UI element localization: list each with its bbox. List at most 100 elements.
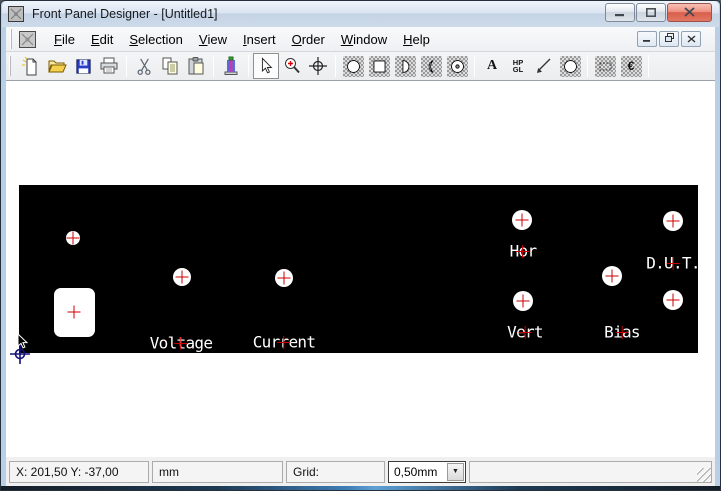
front-panel[interactable] — [19, 185, 698, 353]
menu-item-help[interactable]: Help — [395, 29, 438, 50]
document-icon[interactable] — [19, 30, 38, 48]
center-crosshair-icon — [308, 56, 328, 76]
panel-rect-cutout[interactable] — [54, 288, 95, 337]
maximize-button[interactable] — [636, 3, 666, 22]
zoom-icon — [282, 56, 302, 76]
cavity-tool-button[interactable] — [557, 53, 583, 79]
label-anchor-cross-icon — [175, 337, 188, 350]
label-anchor-cross-icon — [517, 245, 530, 258]
label-anchor-cross-icon — [278, 336, 291, 349]
toolbar-separator — [248, 55, 249, 77]
hole-center-cross-icon — [667, 294, 680, 307]
maximize-icon — [646, 4, 656, 22]
new-document-button[interactable] — [18, 53, 44, 79]
paste-icon — [186, 56, 206, 76]
cutout-center-cross-icon — [68, 306, 81, 319]
grid-label: Grid: — [293, 465, 319, 479]
menu-item-window[interactable]: Window — [333, 29, 395, 50]
measure-tool-button[interactable] — [592, 53, 618, 79]
menu-item-view[interactable]: View — [191, 29, 235, 50]
panel-hole[interactable] — [663, 290, 683, 310]
engraving-label[interactable]: Hor — [510, 242, 537, 261]
toolbar-separator — [213, 55, 214, 77]
panel-hole[interactable] — [513, 291, 533, 311]
select-arrow-icon — [257, 57, 275, 76]
toolbar-separator — [648, 55, 649, 77]
print-button[interactable] — [96, 53, 122, 79]
text-tool-button[interactable]: A — [479, 53, 505, 79]
menu-item-insert[interactable]: Insert — [235, 29, 284, 50]
cavity-tool-icon — [560, 56, 581, 77]
machine-output-icon — [221, 56, 241, 76]
mdi-restore-button[interactable] — [659, 31, 679, 47]
hole-center-cross-icon — [667, 215, 680, 228]
toolbar-separator — [587, 55, 588, 77]
toolbar-buttons: A HP GL € — [18, 53, 653, 79]
mdi-restore-icon — [664, 30, 675, 48]
chevron-down-icon: ▼ — [452, 468, 459, 475]
resize-grip[interactable] — [697, 468, 711, 482]
hole-engraved-circle-button[interactable] — [444, 53, 470, 79]
hole-center-cross-icon — [516, 214, 529, 227]
panel-hole[interactable] — [602, 266, 622, 286]
engraving-label[interactable]: Vert — [507, 323, 543, 342]
hole-engraved-circle-icon — [447, 56, 468, 77]
hole-circle-button[interactable] — [340, 53, 366, 79]
hpgl-tool-button[interactable]: HP GL — [505, 53, 531, 79]
hole-rectangle-button[interactable] — [366, 53, 392, 79]
machine-output-button[interactable] — [218, 53, 244, 79]
combo-dropdown-button[interactable]: ▼ — [447, 463, 464, 481]
toolbar-gripper-icon — [9, 56, 14, 76]
close-icon — [684, 4, 695, 22]
menu-item-edit[interactable]: Edit — [83, 29, 121, 50]
hole-center-cross-icon — [517, 295, 530, 308]
toolbar-separator — [335, 55, 336, 77]
hole-rectangle-icon — [369, 56, 390, 77]
minimize-button[interactable] — [605, 3, 635, 22]
engraving-label[interactable]: Bias — [604, 323, 640, 342]
menu-item-order[interactable]: Order — [284, 29, 333, 50]
cost-tool-button[interactable]: € — [618, 53, 644, 79]
cost-tool-icon: € — [621, 56, 642, 77]
paste-button[interactable] — [183, 53, 209, 79]
design-canvas[interactable]: Voltage Current Hor Vert Bias D.U.T. — [6, 81, 715, 457]
panel-hole[interactable] — [66, 231, 80, 245]
menu-item-file[interactable]: File — [46, 29, 83, 50]
menubar-gripper-icon — [10, 29, 15, 49]
copy-button[interactable] — [157, 53, 183, 79]
hole-dshape-icon — [395, 56, 416, 77]
open-file-button[interactable] — [44, 53, 70, 79]
close-button[interactable] — [667, 3, 712, 22]
toolbar-separator — [474, 55, 475, 77]
panel-hole[interactable] — [663, 211, 683, 231]
menu-item-selection[interactable]: Selection — [121, 29, 190, 50]
mdi-minimize-icon — [642, 30, 652, 48]
app-icon — [8, 6, 26, 22]
line-tool-button[interactable] — [531, 53, 557, 79]
title-bar[interactable]: Front Panel Designer - [Untitled1] — [2, 1, 719, 27]
mdi-close-button[interactable] — [681, 31, 701, 47]
select-arrow-button[interactable] — [253, 53, 279, 79]
mdi-minimize-button[interactable] — [637, 31, 657, 47]
center-crosshair-button[interactable] — [305, 53, 331, 79]
text-tool-icon: A — [487, 58, 497, 74]
panel-hole[interactable] — [173, 268, 191, 286]
toolbar: A HP GL € — [6, 52, 715, 81]
save-file-icon — [74, 57, 93, 76]
engraving-label[interactable]: Current — [253, 333, 316, 352]
line-tool-icon — [534, 56, 554, 76]
hole-dshape-button[interactable] — [392, 53, 418, 79]
grid-size-combobox[interactable]: 0,50mm ▼ — [388, 461, 466, 483]
save-file-button[interactable] — [70, 53, 96, 79]
window-controls — [604, 3, 712, 22]
grid-size-value: 0,50mm — [394, 465, 437, 479]
zoom-button[interactable] — [279, 53, 305, 79]
cut-button[interactable] — [131, 53, 157, 79]
units-label: mm — [159, 465, 179, 479]
engraving-label[interactable]: Voltage — [150, 334, 213, 353]
hole-center-cross-icon — [278, 272, 291, 285]
hole-slot-button[interactable] — [418, 53, 444, 79]
panel-hole[interactable] — [275, 269, 293, 287]
panel-hole[interactable] — [512, 210, 532, 230]
engraving-label[interactable]: D.U.T. — [646, 254, 700, 273]
